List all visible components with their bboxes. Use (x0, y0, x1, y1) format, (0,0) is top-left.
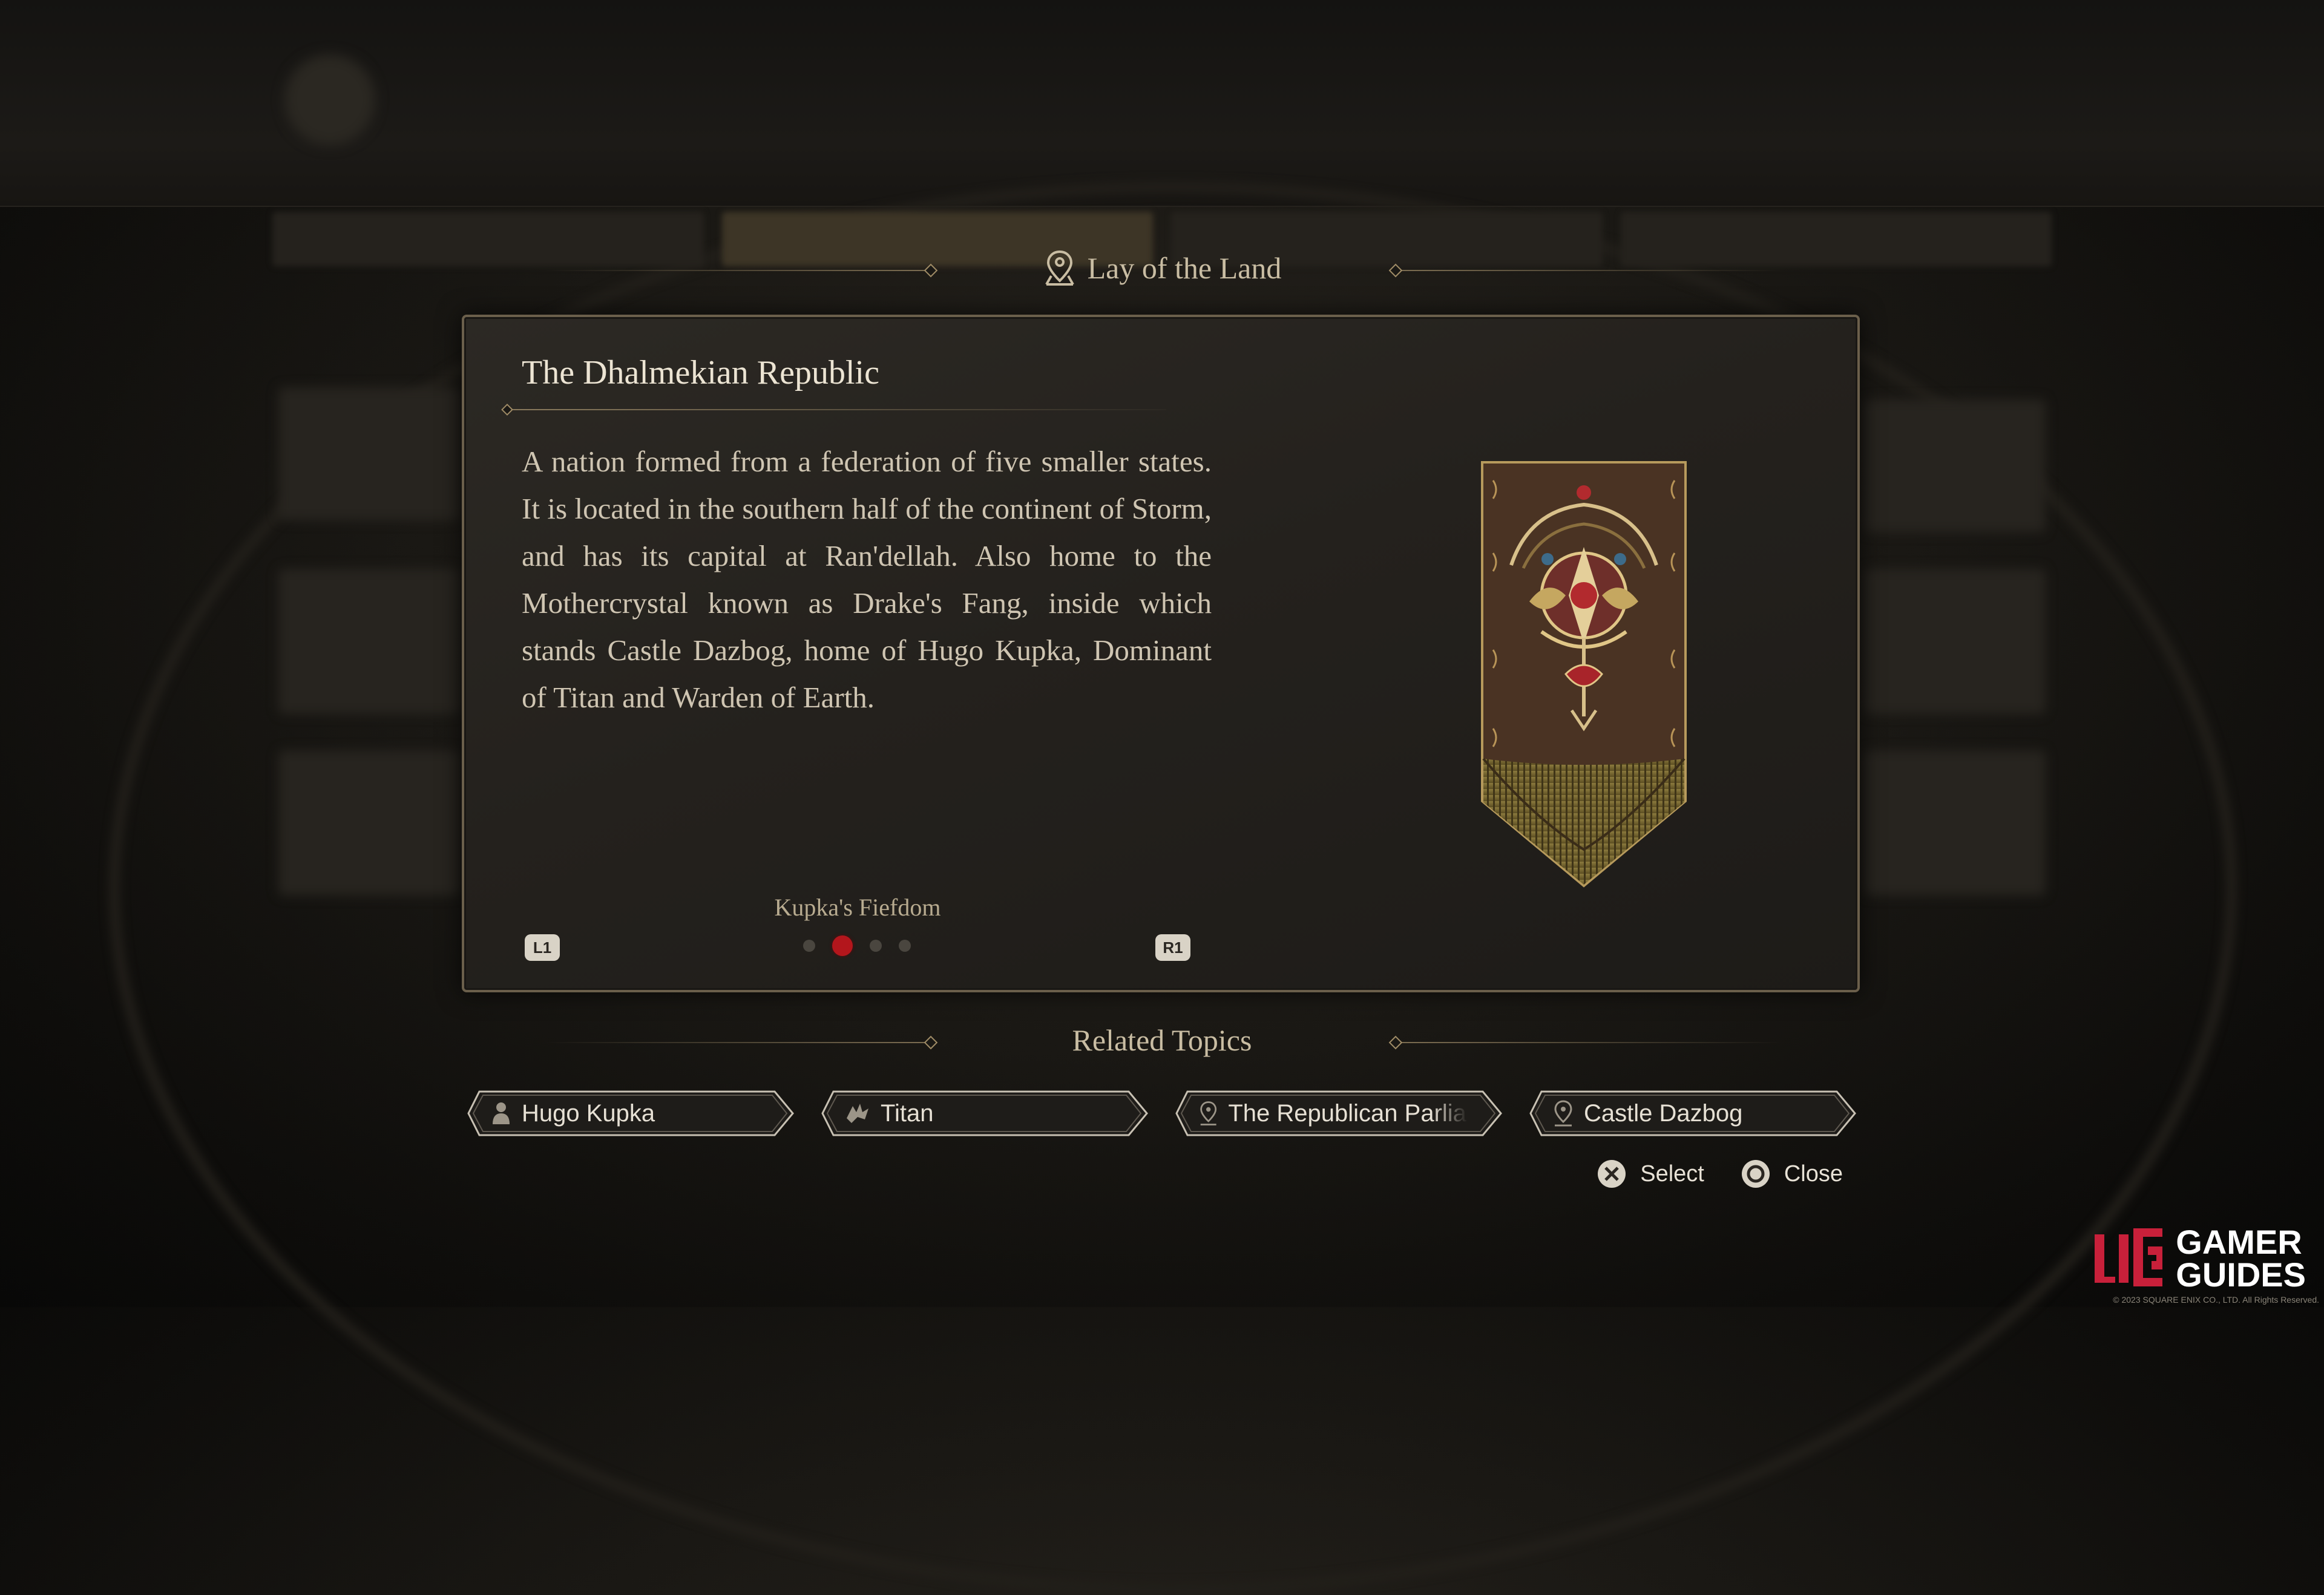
section-title: Lay of the Land (1087, 251, 1282, 285)
page-dot[interactable] (870, 940, 882, 952)
title-rule-diamond (501, 404, 513, 416)
location-pin-icon (1045, 250, 1074, 286)
related-topic-castle-dazbog[interactable]: Castle Dazbog (1528, 1089, 1858, 1138)
background-card (278, 569, 460, 714)
topic-label: Titan (881, 1099, 934, 1127)
page-indicator (803, 935, 911, 956)
related-topic-titan[interactable]: Titan (820, 1089, 1150, 1138)
cross-button-icon (1598, 1160, 1626, 1188)
related-topic-republican-parliament[interactable]: The Republican Parliam (1174, 1089, 1504, 1138)
topic-label: The Republican Parliam (1228, 1099, 1468, 1127)
entry-title: The Dhalmekian Republic (522, 354, 879, 391)
watermark-line1: GAMER (2176, 1223, 2302, 1261)
topic-label: Castle Dazbog (1584, 1099, 1743, 1127)
title-rule (507, 409, 1166, 410)
circle-button-icon (1741, 1160, 1770, 1188)
page-dot[interactable] (803, 940, 815, 952)
page-dot[interactable] (899, 940, 911, 952)
location-pin-icon (1554, 1100, 1572, 1127)
related-topic-hugo-kupka[interactable]: Hugo Kupka (466, 1089, 796, 1138)
select-label: Select (1640, 1161, 1704, 1187)
gamer-guides-watermark: GAMER GUIDES (2089, 1222, 2306, 1295)
close-label: Close (1784, 1161, 1843, 1187)
entry-panel: The Dhalmekian Republic A nation formed … (462, 315, 1860, 992)
dhalmekian-banner (1475, 456, 1693, 892)
controller-prompts: Select Close (1597, 1159, 1843, 1189)
select-prompt[interactable]: Select (1597, 1159, 1704, 1189)
section-header: Lay of the Land (0, 249, 2324, 287)
background-card (278, 387, 460, 520)
entry-subtitle: Kupka's Fiefdom (774, 894, 941, 921)
l1-button[interactable]: L1 (525, 934, 560, 961)
watermark-line2: GUIDES (2176, 1256, 2306, 1294)
gamer-guides-logo-icon (2095, 1228, 2163, 1286)
close-prompt[interactable]: Close (1741, 1159, 1843, 1189)
background-title-blurred (0, 54, 2324, 131)
background-card (1864, 399, 2046, 532)
background-card (278, 750, 460, 896)
page-dot-active[interactable] (832, 935, 853, 956)
location-pin-icon (1200, 1101, 1217, 1125)
entry-description: A nation formed from a federation of fiv… (522, 445, 1212, 714)
related-topics-title: Related Topics (1072, 1023, 1252, 1057)
background-card (1864, 750, 2046, 896)
eikon-icon (847, 1104, 868, 1123)
r1-button[interactable]: R1 (1155, 934, 1190, 961)
person-icon (493, 1102, 510, 1124)
copyright-text: © 2023 SQUARE ENIX CO., LTD. All Rights … (2113, 1295, 2319, 1305)
topic-label: Hugo Kupka (522, 1099, 655, 1127)
background-card (1864, 569, 2046, 714)
